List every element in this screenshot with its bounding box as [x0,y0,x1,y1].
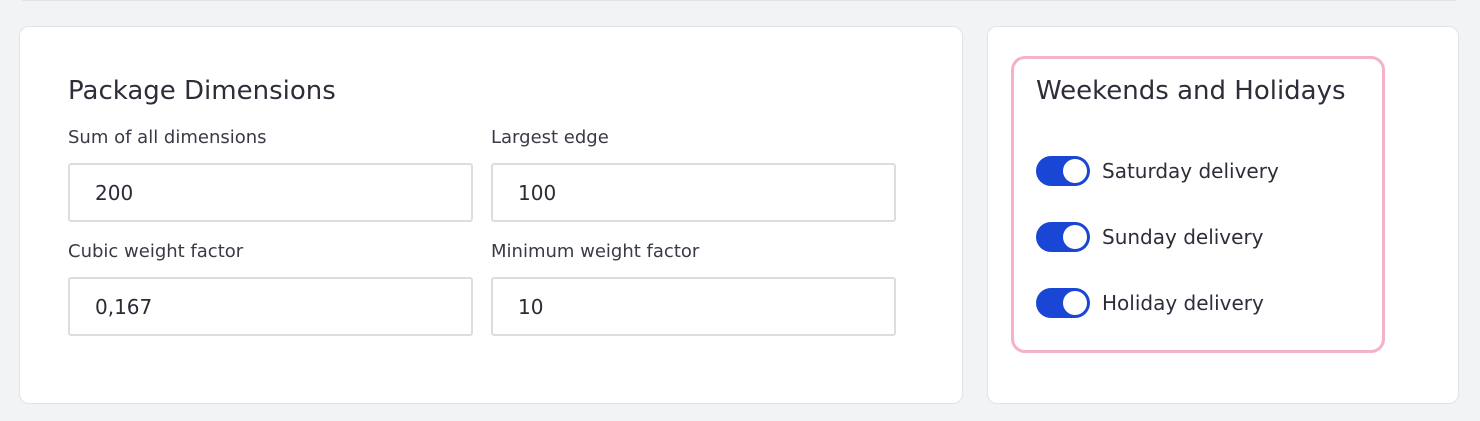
previous-card-edge [20,0,1458,1]
saturday-delivery-label: Saturday delivery [1102,159,1279,183]
package-dimensions-title: Package Dimensions [68,76,336,106]
toggle-knob [1063,159,1087,183]
sunday-delivery-row: Sunday delivery [1036,222,1264,252]
largest-edge-label: Largest edge [491,127,609,148]
toggle-knob [1063,225,1087,249]
toggle-knob [1063,291,1087,315]
largest-edge-input[interactable] [491,163,896,222]
saturday-delivery-row: Saturday delivery [1036,156,1279,186]
sum-of-all-dimensions-input[interactable] [68,163,473,222]
cubic-weight-factor-input[interactable] [68,277,473,336]
holiday-delivery-label: Holiday delivery [1102,291,1264,315]
minimum-weight-factor-input[interactable] [491,277,896,336]
weekends-holidays-title: Weekends and Holidays [1036,76,1346,106]
sunday-delivery-label: Sunday delivery [1102,225,1264,249]
minimum-weight-factor-label: Minimum weight factor [491,241,700,262]
sunday-delivery-toggle[interactable] [1036,222,1090,252]
holiday-delivery-toggle[interactable] [1036,288,1090,318]
saturday-delivery-toggle[interactable] [1036,156,1090,186]
sum-of-all-dimensions-label: Sum of all dimensions [68,127,267,148]
holiday-delivery-row: Holiday delivery [1036,288,1264,318]
cubic-weight-factor-label: Cubic weight factor [68,241,244,262]
